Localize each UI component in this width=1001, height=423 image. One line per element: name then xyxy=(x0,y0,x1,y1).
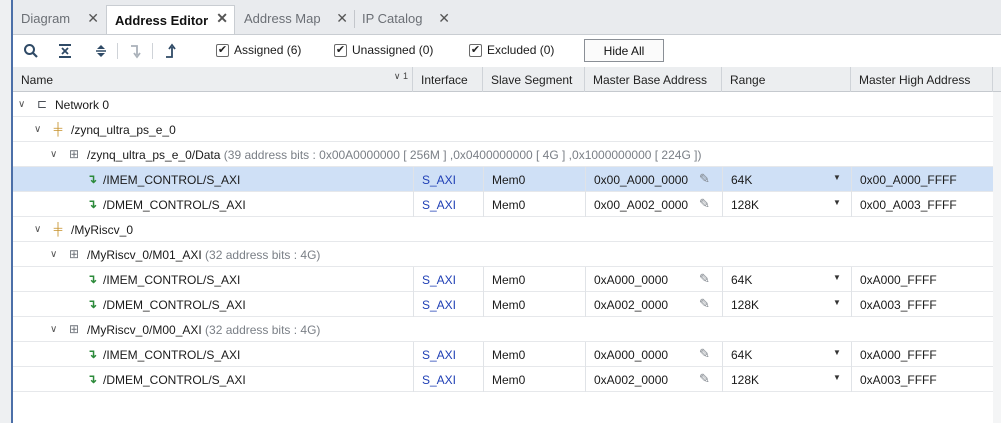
chevron-down-icon[interactable]: ▼ xyxy=(833,198,841,207)
expand-all-icon[interactable] xyxy=(91,41,111,61)
close-icon[interactable]: ✕ xyxy=(216,10,228,27)
range-select[interactable]: 64K xyxy=(722,342,851,367)
interface-link[interactable]: S_AXI xyxy=(413,267,483,292)
close-icon[interactable]: ✕ xyxy=(438,10,450,27)
tree-row-address-space[interactable]: ∨ ⊞ /MyRiscv_0/M01_AXI (32 address bits … xyxy=(13,242,1001,267)
table-row[interactable]: ↴ /DMEM_CONTROL/S_AXI S_AXI Mem0 0x00_A0… xyxy=(13,192,1001,217)
tree-row-network[interactable]: ∨ ⊏ Network 0 xyxy=(13,92,1001,117)
column-master-high-address[interactable]: Master High Address xyxy=(851,67,993,92)
column-name[interactable]: Name ∨ 1 xyxy=(13,67,413,92)
interface-link[interactable]: S_AXI xyxy=(413,292,483,317)
chevron-down-icon[interactable]: ∨ xyxy=(50,249,57,260)
pencil-icon[interactable]: ✎ xyxy=(699,371,710,387)
range-select[interactable]: 128K xyxy=(722,192,851,217)
move-up-icon[interactable] xyxy=(160,41,180,61)
interface-link[interactable]: S_AXI xyxy=(413,167,483,192)
checkbox-checked-icon[interactable]: ✔ xyxy=(334,43,347,57)
chevron-down-icon[interactable]: ▼ xyxy=(833,348,841,357)
toolbar: ✔ Assigned (6) ✔ Unassigned (0) ✔ Exclud… xyxy=(13,35,1001,67)
tab-address-editor[interactable]: Address Editor ✕ xyxy=(106,5,235,34)
move-down-icon[interactable] xyxy=(125,41,145,61)
hide-all-button[interactable]: Hide All xyxy=(584,39,664,62)
column-range[interactable]: Range xyxy=(722,67,851,92)
table-header: Name ∨ 1 Interface Slave Segment Master … xyxy=(13,67,1001,92)
address-space-name: /MyRiscv_0/M00_AXI xyxy=(87,322,202,337)
range-select[interactable]: 128K xyxy=(722,292,851,317)
column-interface[interactable]: Interface xyxy=(413,67,483,92)
chevron-down-icon[interactable]: ▼ xyxy=(833,273,841,282)
excluded-filter[interactable]: ✔ Excluded (0) xyxy=(469,43,554,57)
left-panel-edge xyxy=(0,0,13,423)
chevron-down-icon[interactable]: ▼ xyxy=(833,298,841,307)
tab-diagram[interactable]: Diagram ✕ xyxy=(13,6,105,31)
interface-link[interactable]: S_AXI xyxy=(413,342,483,367)
column-slave-segment[interactable]: Slave Segment xyxy=(483,67,585,92)
tab-bar: Diagram ✕ Address Editor ✕ Address Map ✕… xyxy=(13,0,1001,35)
chevron-down-icon[interactable]: ∨ xyxy=(18,99,25,110)
range-select[interactable]: 64K xyxy=(722,167,851,192)
table-row[interactable]: ↴ /DMEM_CONTROL/S_AXI S_AXI Mem0 0xA002_… xyxy=(13,292,1001,317)
tree-row-riscv[interactable]: ∨ ╪ /MyRiscv_0 xyxy=(13,217,1001,242)
unassigned-filter[interactable]: ✔ Unassigned (0) xyxy=(334,43,433,57)
pencil-icon[interactable]: ✎ xyxy=(699,171,710,187)
toolbar-divider xyxy=(117,43,118,59)
chevron-down-icon[interactable]: ▼ xyxy=(833,173,841,182)
address-space-info: (32 address bits : 4G) xyxy=(205,322,321,337)
assigned-filter[interactable]: ✔ Assigned (6) xyxy=(216,43,301,57)
address-space-info: (32 address bits : 4G) xyxy=(205,247,321,262)
table-row[interactable]: ↴ /IMEM_CONTROL/S_AXI S_AXI Mem0 0xA000_… xyxy=(13,342,1001,367)
checkbox-checked-icon[interactable]: ✔ xyxy=(216,43,229,57)
table-row[interactable]: ↴ /DMEM_CONTROL/S_AXI S_AXI Mem0 0xA002_… xyxy=(13,367,1001,392)
range-select[interactable]: 128K xyxy=(722,367,851,392)
address-table: Name ∨ 1 Interface Slave Segment Master … xyxy=(13,67,1001,423)
table-row[interactable]: ↴ /IMEM_CONTROL/S_AXI S_AXI Mem0 0x00_A0… xyxy=(13,167,1001,192)
interface-link[interactable]: S_AXI xyxy=(413,367,483,392)
pencil-icon[interactable]: ✎ xyxy=(699,296,710,312)
column-master-base-address[interactable]: Master Base Address xyxy=(585,67,722,92)
tab-address-map[interactable]: Address Map ✕ xyxy=(236,6,354,31)
toolbar-divider xyxy=(152,43,153,59)
chevron-down-icon[interactable]: ∨ xyxy=(50,324,57,335)
tree-row-address-space[interactable]: ∨ ⊞ /zynq_ultra_ps_e_0/Data (39 address … xyxy=(13,142,1001,167)
tree-row-address-space[interactable]: ∨ ⊞ /MyRiscv_0/M00_AXI (32 address bits … xyxy=(13,317,1001,342)
interface-link[interactable]: S_AXI xyxy=(413,192,483,217)
pencil-icon[interactable]: ✎ xyxy=(699,271,710,287)
chevron-down-icon[interactable]: ▼ xyxy=(833,373,841,382)
sort-indicator-icon: ∨ 1 xyxy=(393,71,408,81)
pencil-icon[interactable]: ✎ xyxy=(699,196,710,212)
chevron-down-icon[interactable]: ∨ xyxy=(34,124,41,135)
address-space-name: /MyRiscv_0/M01_AXI xyxy=(87,247,202,262)
table-row[interactable]: ↴ /IMEM_CONTROL/S_AXI S_AXI Mem0 0xA000_… xyxy=(13,267,1001,292)
chevron-down-icon[interactable]: ∨ xyxy=(34,224,41,235)
search-icon[interactable] xyxy=(21,41,41,61)
address-space-name: /zynq_ultra_ps_e_0/Data xyxy=(87,147,221,162)
collapse-all-icon[interactable] xyxy=(55,41,75,61)
close-icon[interactable]: ✕ xyxy=(87,10,99,27)
vertical-scrollbar[interactable] xyxy=(993,92,1001,423)
tree-row-zynq[interactable]: ∨ ╪ /zynq_ultra_ps_e_0 xyxy=(13,117,1001,142)
pencil-icon[interactable]: ✎ xyxy=(699,346,710,362)
tab-ip-catalog[interactable]: IP Catalog ✕ xyxy=(354,6,456,31)
chevron-down-icon[interactable]: ∨ xyxy=(50,149,57,160)
range-select[interactable]: 64K xyxy=(722,267,851,292)
address-space-info: (39 address bits : 0x00A0000000 [ 256M ]… xyxy=(223,147,702,162)
checkbox-checked-icon[interactable]: ✔ xyxy=(469,43,482,57)
address-editor-window: Diagram ✕ Address Editor ✕ Address Map ✕… xyxy=(13,0,1001,423)
close-icon[interactable]: ✕ xyxy=(336,10,348,27)
